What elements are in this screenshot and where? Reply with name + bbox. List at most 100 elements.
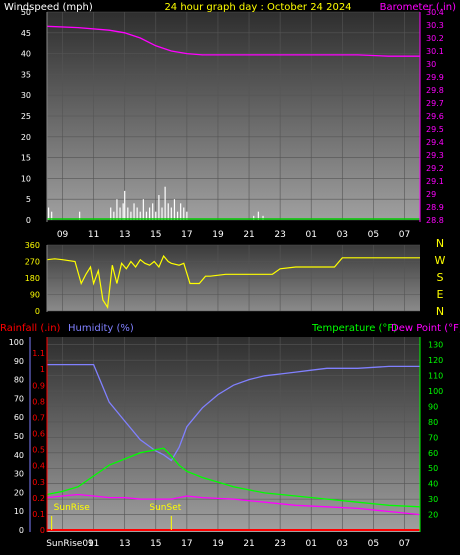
compass-label: W: [435, 254, 446, 267]
rainfall-axis-title: Rainfall (.in): [0, 323, 61, 334]
wind-y-tick-label: 30: [21, 91, 31, 100]
temp-x-tick-label: 15: [150, 539, 161, 549]
temp-y-tick-label: 40: [428, 480, 438, 489]
wind-axis-title: Windspeed (mph): [4, 2, 93, 13]
wind-x-tick-label: 03: [337, 230, 348, 240]
temp-y-tick-label: 80: [428, 418, 438, 427]
temp-x-tick-label: 23: [274, 539, 285, 549]
wind-x-tick-label: 07: [399, 230, 410, 240]
rain-y-tick-label: 0.5: [32, 446, 45, 455]
rain-y-tick-label: 0.4: [32, 462, 45, 471]
direction-y-tick-label: 180: [25, 274, 40, 283]
temp-y-tick-label: 110: [428, 372, 443, 381]
wind-barometer-panel: 05101520253035404550 28.828.92929.129.22…: [21, 8, 444, 240]
temp-y-tick-label: 70: [428, 433, 438, 442]
direction-y-tick-label: 360: [25, 241, 40, 250]
baro-y-tick-label: 30.3: [426, 21, 444, 30]
baro-y-tick-label: 30.2: [426, 34, 444, 43]
temp-x-tick-label: 07: [399, 539, 410, 549]
wind-x-tick-label: 21: [243, 230, 254, 240]
wind-x-tick-label: 19: [212, 230, 224, 240]
rain-y-tick-label: 0: [40, 526, 45, 535]
temp-x-tick-label: 05: [368, 539, 379, 549]
baro-y-tick-label: 28.9: [426, 203, 444, 212]
rain-y-tick-label: 1: [40, 365, 45, 374]
compass-label: S: [437, 271, 444, 284]
temp-x-tick-label: 13: [119, 539, 130, 549]
humidity-y-tick-label: 100: [9, 338, 24, 347]
wind-y-tick-label: 35: [21, 70, 31, 79]
baro-y-tick-label: 29: [426, 190, 436, 199]
compass-label: E: [437, 288, 444, 301]
temp-x-tick-label: 19: [212, 539, 224, 549]
temp-x-tick-label: 17: [181, 539, 192, 549]
wind-y-tick-label: 20: [21, 133, 31, 142]
sunset-label: SunSet: [149, 503, 181, 513]
rain-y-tick-label: 0.9: [32, 381, 45, 390]
temperature-axis-title: Temperature (°F): [311, 323, 397, 334]
baro-y-tick-label: 29.4: [426, 138, 444, 147]
rain-y-tick-label: 0.2: [32, 494, 45, 503]
direction-y-tick-label: 90: [30, 291, 40, 300]
wind-y-tick-label: 0: [26, 216, 31, 225]
baro-y-tick-label: 30: [426, 60, 436, 69]
direction-y-tick-label: 0: [35, 307, 40, 316]
wind-y-tick-label: 40: [21, 50, 31, 59]
humidity-y-tick-label: 0: [19, 526, 24, 535]
temp-y-tick-label: 50: [428, 464, 438, 473]
baro-y-tick-label: 30.1: [426, 47, 444, 56]
wind-x-tick-label: 09: [57, 230, 69, 240]
temp-y-tick-label: 60: [428, 449, 438, 458]
temp-y-tick-label: 120: [428, 356, 443, 365]
humidity-y-tick-label: 80: [14, 376, 24, 385]
humidity-y-tick-label: 20: [14, 488, 24, 497]
temp-y-tick-label: 100: [428, 387, 443, 396]
temp-y-tick-label: 20: [428, 511, 438, 520]
rain-y-tick-label: 0.6: [32, 430, 45, 439]
rain-y-tick-label: 0.8: [32, 397, 45, 406]
humidity-y-tick-label: 40: [14, 451, 24, 460]
humidity-y-tick-label: 50: [14, 432, 24, 441]
wind-x-tick-label: 05: [368, 230, 379, 240]
baro-y-tick-label: 29.3: [426, 151, 444, 160]
baro-y-tick-label: 29.5: [426, 125, 444, 134]
baro-y-tick-label: 29.8: [426, 86, 444, 95]
compass-label: N: [436, 237, 444, 250]
wind-x-tick-label: 01: [305, 230, 316, 240]
temp-x-tick-label: SunRise09: [46, 539, 94, 549]
baro-y-tick-label: 28.8: [426, 216, 444, 225]
wind-x-tick-label: 11: [88, 230, 99, 240]
humidity-y-tick-label: 60: [14, 413, 24, 422]
dewpoint-axis-title: Dew Point (°F): [391, 323, 460, 334]
baro-y-tick-label: 29.2: [426, 164, 444, 173]
baro-y-tick-label: 29.7: [426, 99, 444, 108]
rain-y-tick-label: 1.1: [32, 349, 45, 358]
wind-y-tick-label: 15: [21, 154, 31, 163]
humidity-y-tick-label: 70: [14, 394, 24, 403]
temp-humidity-panel: 0102030405060708090100 00.10.20.30.40.50…: [9, 337, 443, 549]
sunrise-label: SunRise: [54, 503, 91, 513]
wind-x-tick-label: 23: [274, 230, 285, 240]
rain-y-tick-label: 0.1: [32, 510, 45, 519]
wind-direction-panel: 090180270360 NWSEN: [25, 237, 446, 318]
barometer-axis-title: Barometer (.in): [380, 2, 456, 13]
humidity-y-tick-label: 90: [14, 357, 24, 366]
wind-x-tick-label: 13: [119, 230, 130, 240]
wind-y-tick-label: 25: [21, 112, 31, 121]
direction-y-tick-label: 270: [25, 258, 40, 267]
temp-x-tick-label: 03: [337, 539, 348, 549]
temp-x-tick-label: 11: [88, 539, 99, 549]
temp-y-tick-label: 130: [428, 341, 443, 350]
rain-y-tick-label: 0.3: [32, 478, 45, 487]
temp-x-tick-label: 21: [243, 539, 254, 549]
baro-y-tick-label: 29.1: [426, 177, 444, 186]
baro-y-tick-label: 29.6: [426, 112, 444, 121]
humidity-y-tick-label: 30: [14, 470, 24, 479]
wind-y-tick-label: 10: [21, 174, 31, 183]
baro-y-tick-label: 29.9: [426, 73, 444, 82]
wind-y-tick-label: 5: [26, 195, 31, 204]
wind-x-tick-label: 15: [150, 230, 161, 240]
weather-graph-canvas: 05101520253035404550 28.828.92929.129.22…: [0, 2, 460, 549]
temp-y-tick-label: 90: [428, 402, 438, 411]
rain-y-tick-label: 0.7: [32, 413, 45, 422]
